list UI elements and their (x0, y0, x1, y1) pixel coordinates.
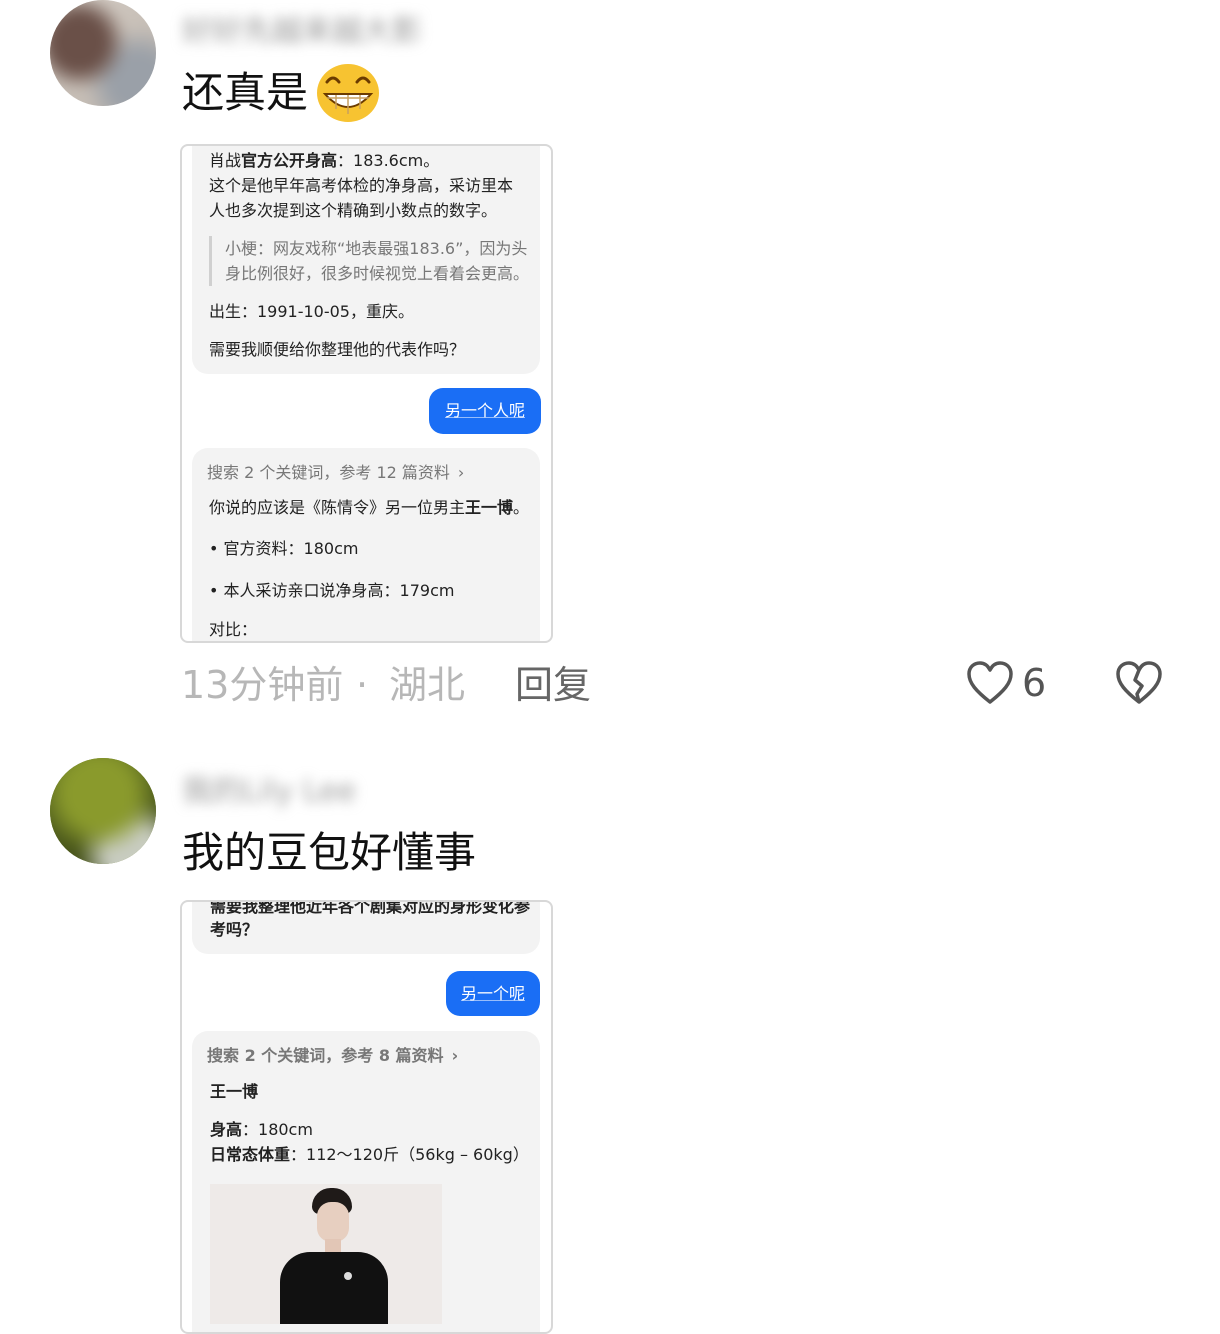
height-line: 身高：180cm (210, 1120, 313, 1139)
height-line: 肖战官方公开身高：183.6cm。 (209, 151, 440, 170)
comment-text: 还真是 (182, 68, 309, 117)
username[interactable]: 好好先越来越大影 (182, 6, 422, 49)
user-message-bubble[interactable]: 另一个呢 (446, 971, 540, 1016)
reply-button[interactable]: 回复 (515, 666, 591, 704)
text-line: 这个是他早年高考体检的净身高，采访里本 (209, 176, 514, 195)
text-line: 人也多次提到这个精确到小数点的数字。 (209, 201, 498, 220)
search-info[interactable]: 搜索 2 个关键词，参考 12 篇资料 › (207, 460, 464, 485)
bullet-dot: • (209, 581, 224, 600)
comment-location: 湖北 (389, 663, 466, 707)
avatar[interactable] (50, 0, 156, 106)
bullet-item: • 官方资料：180cm (209, 539, 359, 558)
meta-separator: · (356, 663, 369, 707)
question-line: 考吗？ (210, 920, 259, 939)
compare-line: 对比： (209, 620, 258, 639)
quote-line: 身比例很好，很多时候视觉上看着会更高。 (225, 264, 530, 283)
bullet-dot: • (209, 539, 224, 558)
avatar[interactable] (50, 758, 156, 864)
user-message-bubble[interactable]: 另一个人呢 (429, 388, 541, 434)
bullet-item: • 本人采访亲口说净身高：179cm (209, 581, 455, 600)
weight-line: 日常态体重：112～120斤（56kg – 60kg） (210, 1145, 529, 1164)
chevron-right-icon: › (451, 1046, 459, 1065)
comment-text: 我的豆包好懂事 (182, 828, 477, 877)
person-name: 王一博 (210, 1082, 259, 1101)
broken-heart-icon[interactable] (1115, 660, 1163, 706)
grinning-face-emoji (317, 64, 379, 122)
person-photo[interactable] (210, 1184, 442, 1324)
question-line: 需要我顺便给你整理他的代表作吗？ (209, 340, 466, 359)
chat-screenshot[interactable]: 肖战官方公开身高：183.6cm。 这个是他早年高考体检的净身高，采访里本 人也… (180, 144, 553, 643)
username[interactable]: 我的Lily Lee (182, 766, 356, 809)
chat-screenshot[interactable]: 需要我整理他近年各个剧集对应的身形变化参 考吗？ 另一个呢 搜索 2 个关键词，… (180, 900, 553, 1334)
quote-block: 小梗：网友戏称“地表最强183.6”，因为头 身比例很好，很多时候视觉上看着会更… (209, 236, 545, 286)
chevron-right-icon: › (457, 463, 465, 482)
answer-line: 你说的应该是《陈情令》另一位男主王一博。 (209, 498, 530, 517)
quote-line: 小梗：网友戏称“地表最强183.6”，因为头 (225, 239, 528, 258)
like-count: 6 (1022, 661, 1047, 705)
heart-icon[interactable] (966, 660, 1014, 706)
search-info[interactable]: 搜索 2 个关键词，参考 8 篇资料 › (207, 1043, 458, 1068)
comment-time: 13分钟前 (181, 663, 344, 707)
birth-line: 出生：1991-10-05，重庆。 (209, 302, 414, 321)
